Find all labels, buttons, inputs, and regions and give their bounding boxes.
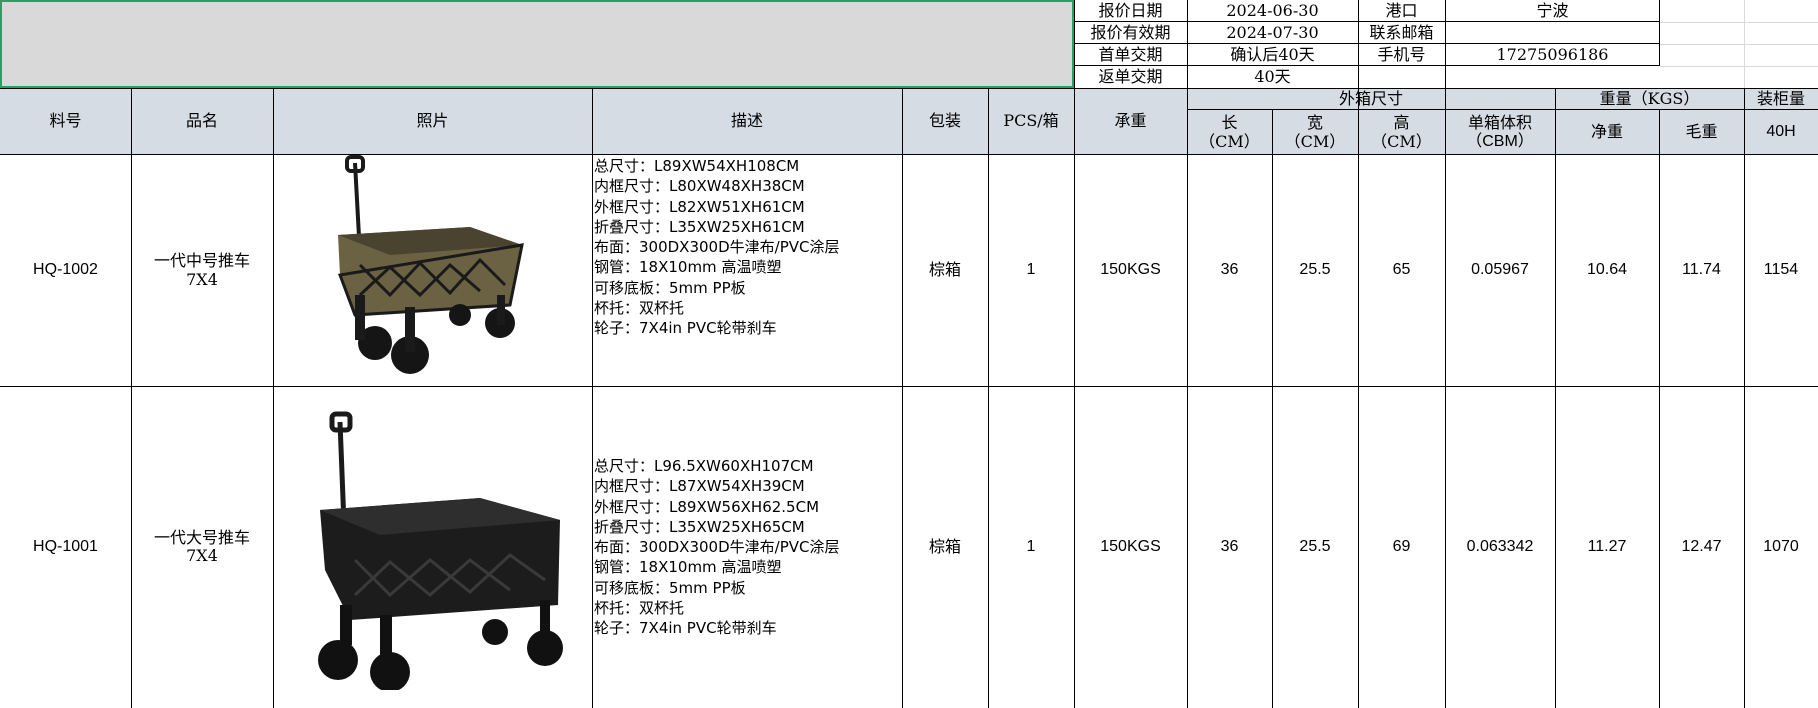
- row1-length[interactable]: 36: [1187, 155, 1272, 386]
- row2-packing[interactable]: 棕箱: [902, 386, 988, 708]
- first-delivery-label[interactable]: 首单交期: [1074, 44, 1187, 66]
- row2-container-qty[interactable]: 1070: [1744, 386, 1818, 708]
- row1-description[interactable]: 总尺寸：L89XW54XH108CM 内框尺寸：L80XW48XH38CM 外框…: [594, 156, 900, 385]
- quote-date-value[interactable]: 2024-06-30: [1187, 0, 1358, 22]
- header-volume[interactable]: 单箱体积 （CBM）: [1445, 110, 1555, 155]
- row1-pcs[interactable]: 1: [988, 155, 1074, 386]
- header-photo[interactable]: 照片: [273, 88, 592, 155]
- row2-name[interactable]: 一代大号推车 7X4: [131, 386, 273, 708]
- first-delivery-value[interactable]: 确认后40天: [1187, 44, 1358, 66]
- header-gross-weight[interactable]: 毛重: [1659, 110, 1744, 155]
- row2-height[interactable]: 69: [1358, 386, 1445, 708]
- valid-date-label[interactable]: 报价有效期: [1074, 22, 1187, 44]
- row1-height[interactable]: 65: [1358, 155, 1445, 386]
- port-label[interactable]: 港口: [1358, 0, 1445, 22]
- row1-volume[interactable]: 0.05967: [1445, 155, 1555, 386]
- wagon-photo-olive: [337, 155, 524, 374]
- row2-description[interactable]: 总尺寸：L96.5XW60XH107CM 内框尺寸：L87XW54XH39CM …: [594, 456, 900, 646]
- header-carton-size[interactable]: 外箱尺寸: [1187, 88, 1555, 110]
- row1-load[interactable]: 150KGS: [1074, 155, 1187, 386]
- header-length[interactable]: 长（CM）: [1187, 110, 1272, 155]
- row2-volume[interactable]: 0.063342: [1445, 386, 1555, 708]
- header-load[interactable]: 承重: [1074, 88, 1187, 155]
- phone-value[interactable]: 17275096186: [1445, 44, 1660, 66]
- row2-length[interactable]: 36: [1187, 386, 1272, 708]
- header-container-qty[interactable]: 装柜量: [1744, 88, 1818, 110]
- header-packing[interactable]: 包装: [902, 88, 988, 155]
- row1-packing[interactable]: 棕箱: [902, 155, 988, 386]
- row2-photo[interactable]: [300, 410, 580, 692]
- email-value[interactable]: [1445, 22, 1660, 44]
- header-weight[interactable]: 重量（KGS）: [1555, 88, 1744, 110]
- row2-load[interactable]: 150KGS: [1074, 386, 1187, 708]
- row2-pcs[interactable]: 1: [988, 386, 1074, 708]
- row2-part-no[interactable]: HQ-1001: [0, 386, 131, 708]
- valid-date-value[interactable]: 2024-07-30: [1187, 22, 1358, 44]
- header-height[interactable]: 高（CM）: [1358, 110, 1445, 155]
- top-merged-cell[interactable]: [0, 0, 1074, 88]
- row2-net-weight[interactable]: 11.27: [1555, 386, 1659, 708]
- port-value[interactable]: 宁波: [1445, 0, 1660, 22]
- row1-container-qty[interactable]: 1154: [1744, 155, 1818, 386]
- email-label[interactable]: 联系邮箱: [1358, 22, 1445, 44]
- header-part-no[interactable]: 料号: [0, 88, 131, 155]
- row2-width[interactable]: 25.5: [1272, 386, 1358, 708]
- wagon-photo-black: [318, 411, 563, 692]
- row1-net-weight[interactable]: 10.64: [1555, 155, 1659, 386]
- header-pcs-per-carton[interactable]: PCS/箱: [988, 88, 1074, 155]
- header-name[interactable]: 品名: [131, 88, 273, 155]
- row1-part-no[interactable]: HQ-1002: [0, 155, 131, 386]
- repeat-delivery-label[interactable]: 返单交期: [1074, 66, 1187, 88]
- header-description[interactable]: 描述: [592, 88, 902, 155]
- phone-label[interactable]: 手机号: [1358, 44, 1445, 66]
- row1-gross-weight[interactable]: 11.74: [1659, 155, 1744, 386]
- quote-date-label[interactable]: 报价日期: [1074, 0, 1187, 22]
- row1-width[interactable]: 25.5: [1272, 155, 1358, 386]
- row1-name[interactable]: 一代中号推车 7X4: [131, 155, 273, 386]
- header-container-40h[interactable]: 40H: [1744, 110, 1818, 155]
- header-width[interactable]: 宽（CM）: [1272, 110, 1358, 155]
- row1-photo[interactable]: [300, 155, 560, 386]
- row2-gross-weight[interactable]: 12.47: [1659, 386, 1744, 708]
- header-net-weight[interactable]: 净重: [1555, 110, 1659, 155]
- repeat-delivery-value[interactable]: 40天: [1187, 66, 1358, 88]
